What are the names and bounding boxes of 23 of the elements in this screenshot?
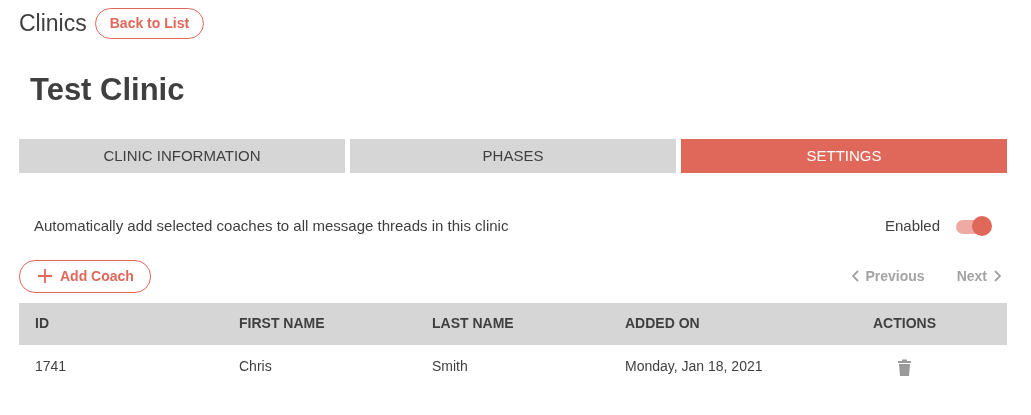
column-header: ID	[19, 302, 223, 345]
toggle-switch[interactable]	[956, 216, 992, 237]
toggle-label: Enabled	[884, 216, 940, 236]
tab[interactable]: CLINIC INFORMATION	[19, 139, 345, 173]
column-header: ADDED ON	[609, 302, 802, 345]
chevron-left-icon	[851, 270, 860, 282]
tab[interactable]: SETTINGS	[681, 139, 1007, 173]
chevron-right-icon	[993, 270, 1001, 282]
clinic-name: Test Clinic	[30, 70, 186, 109]
column-header: ACTIONS	[802, 302, 1007, 345]
setting-description: Automatically add selected coaches to all message threads in this clinic	[34, 216, 509, 236]
plus-icon	[38, 269, 52, 283]
table-cell: 1741	[19, 344, 223, 389]
page-title: Clinics	[19, 9, 87, 38]
back-button[interactable]: Back to List	[94, 7, 205, 39]
add-coach-button[interactable]: Add Coach	[19, 259, 151, 293]
table-cell: Monday, Jan 18, 2021	[609, 344, 802, 389]
table-cell: Chris	[223, 344, 416, 389]
tab[interactable]: PHASES	[350, 139, 676, 173]
table-cell: Smith	[416, 344, 609, 389]
column-header: FIRST NAME	[223, 302, 416, 345]
trash-icon[interactable]	[898, 358, 911, 376]
column-header: LAST NAME	[416, 302, 609, 345]
